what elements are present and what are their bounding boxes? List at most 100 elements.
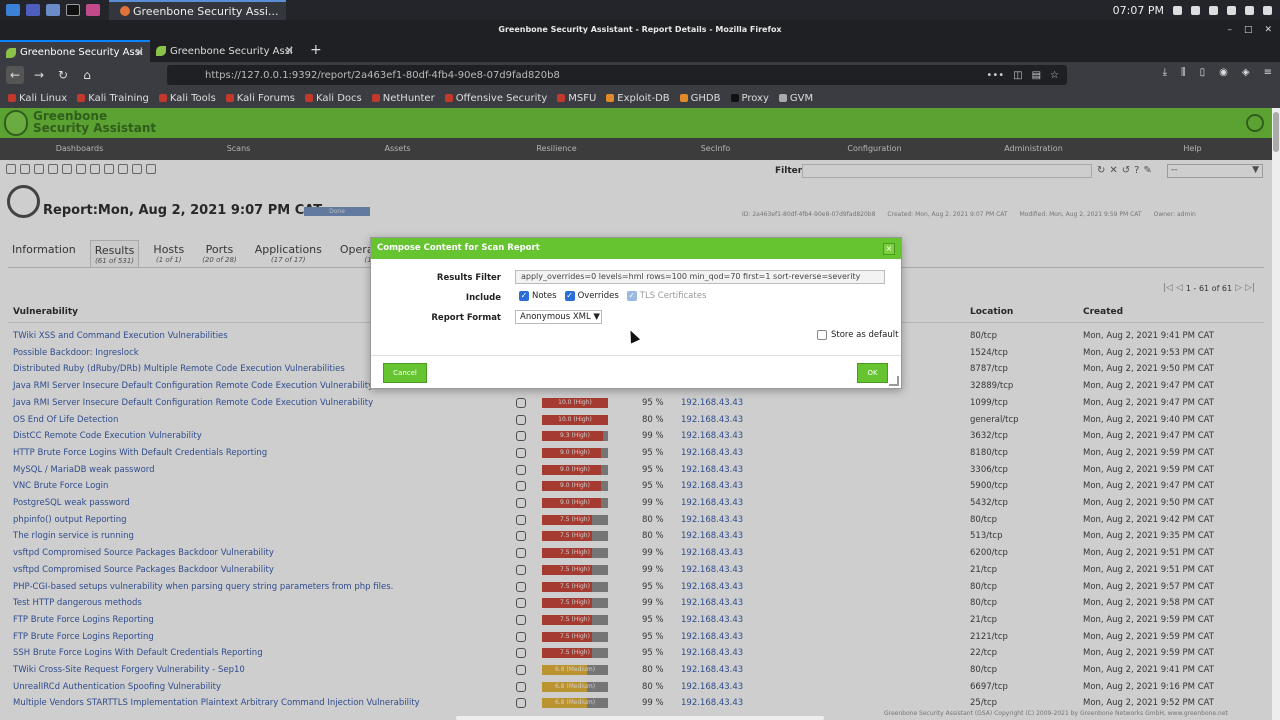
bookmark-icon [77, 94, 86, 102]
bookmark-item[interactable]: Exploit-DB [606, 93, 670, 104]
system-tray: 07:07 PM [1113, 4, 1280, 17]
maximize-icon[interactable]: □ [1244, 25, 1253, 35]
compose-content-dialog: Compose Content for Scan Report × Result… [370, 237, 902, 389]
report-format-value: Anonymous XML [520, 312, 591, 322]
volume-icon[interactable] [1191, 5, 1200, 15]
reader-icon[interactable]: ▤ [1032, 70, 1041, 81]
close-window-icon[interactable]: ✕ [1264, 25, 1272, 35]
results-filter-label: Results Filter [436, 273, 501, 283]
sidebar-icon[interactable]: ▯ [1200, 67, 1206, 78]
bookmark-item[interactable]: Offensive Security [444, 93, 547, 104]
bookmark-item[interactable]: Kali Forums [225, 93, 295, 104]
files-icon[interactable] [46, 4, 60, 16]
checkbox-unchecked-icon [817, 330, 827, 340]
terminal-icon[interactable] [66, 4, 80, 16]
bottom-scroll-indicator [456, 716, 824, 720]
taskbar-window-firefox[interactable]: Greenbone Security Assi... [109, 0, 287, 20]
ok-button[interactable]: OK [857, 363, 888, 383]
checkbox-label: TLS Certificates [639, 291, 707, 301]
bookmark-item[interactable]: Kali Tools [158, 93, 216, 104]
forward-button[interactable]: → [30, 66, 48, 84]
dialog-close-icon[interactable]: × [883, 243, 895, 255]
extension2-icon[interactable]: ◈ [1242, 67, 1250, 78]
download-icon[interactable]: ⤓ [1163, 67, 1167, 78]
resize-grip-icon[interactable] [889, 376, 899, 386]
browser-title-bar: Greenbone Security Assistant - Report De… [0, 20, 1280, 40]
toolbar-right: ⤓ ⫼ ▯ ◉ ◈ ≡ [1163, 67, 1272, 78]
bookmark-icon [444, 94, 453, 102]
greenbone-favicon-icon [156, 46, 166, 56]
cancel-button[interactable]: Cancel [383, 363, 427, 383]
extension-icon[interactable]: ◉ [1219, 67, 1228, 78]
back-button[interactable]: ← [6, 66, 24, 84]
os-taskbar: Greenbone Security Assi... 07:07 PM [0, 0, 1280, 20]
workspace-icon[interactable] [26, 4, 40, 16]
checkbox-label: Overrides [577, 291, 619, 301]
dialog-title[interactable]: Compose Content for Scan Report [371, 238, 901, 259]
tab-label: Greenbone Security Assi [170, 45, 293, 57]
power-icon[interactable] [1227, 5, 1236, 15]
pocket-icon[interactable]: ◫ [1013, 70, 1022, 81]
chevron-down-icon: ▼ [593, 312, 600, 322]
new-tab-button[interactable]: + [300, 40, 332, 62]
close-tab-icon[interactable]: ✕ [135, 46, 144, 59]
report-format-select[interactable]: Anonymous XML ▼ [515, 310, 602, 324]
url-actions: ••• ◫ ▤ ☆ [986, 70, 1067, 81]
kali-menu-icon[interactable] [6, 4, 20, 16]
clock[interactable]: 07:07 PM [1113, 4, 1164, 17]
bookmark-folder[interactable]: GVM [778, 93, 813, 104]
bookmark-icon [606, 94, 615, 102]
bookmark-icon [158, 94, 167, 102]
bookmark-icon [679, 94, 688, 102]
greenbone-favicon-icon [6, 48, 16, 58]
bookmark-item[interactable]: Kali Docs [304, 93, 362, 104]
browser-tab-bar: Greenbone Security Assi ✕ Greenbone Secu… [0, 40, 1280, 62]
include-label: Include [465, 293, 501, 303]
checkbox-checked-icon: ✓ [519, 291, 529, 301]
store-as-default-checkbox[interactable]: Store as default [817, 330, 898, 340]
window-controls: – □ ✕ [1227, 20, 1272, 40]
bookmarks-bar: Kali Linux Kali Training Kali Tools Kali… [0, 88, 1280, 108]
overrides-checkbox[interactable]: ✓ Overrides [564, 291, 619, 301]
home-button[interactable]: ⌂ [78, 66, 96, 84]
include-options: ✓ Notes ✓ Overrides ✓ TLS Certificates [519, 291, 706, 301]
dialog-divider [371, 355, 901, 356]
page-actions-icon[interactable]: ••• [986, 70, 1004, 81]
bookmark-item[interactable]: GHDB [679, 93, 721, 104]
folder-icon [778, 94, 787, 102]
bookmark-item[interactable]: Kali Training [77, 93, 149, 104]
url-bar[interactable]: https://127.0.0.1:9392/report/2a463ef1-8… [167, 65, 1067, 85]
firefox-launcher-icon[interactable] [86, 4, 100, 16]
close-tab-icon[interactable]: ✕ [285, 44, 294, 57]
checkbox-checked-icon: ✓ [626, 291, 637, 301]
reload-button[interactable]: ↻ [54, 66, 72, 84]
minimize-icon[interactable]: – [1227, 25, 1232, 35]
tab-label: Greenbone Security Assi [20, 46, 143, 58]
taskbar-window-title: Greenbone Security Assi... [133, 4, 279, 18]
report-format-label: Report Format [431, 313, 501, 323]
notes-checkbox[interactable]: ✓ Notes [519, 291, 557, 301]
bookmark-icon [730, 94, 739, 102]
lock-icon[interactable] [1245, 5, 1254, 15]
bookmark-item[interactable]: Kali Linux [8, 93, 67, 104]
scrollbar-thumb[interactable] [1273, 112, 1279, 152]
results-filter-input[interactable]: apply_overrides=0 levels=hml rows=100 mi… [515, 270, 885, 284]
logout-icon[interactable] [1263, 5, 1272, 15]
notification-icon[interactable] [1209, 5, 1218, 15]
display-icon[interactable] [1173, 5, 1182, 15]
bookmark-item[interactable]: NetHunter [371, 93, 435, 104]
bookmark-item[interactable]: MSFU [557, 93, 596, 104]
browser-tab-2[interactable]: Greenbone Security Assi ✕ [150, 40, 300, 62]
checkbox-checked-icon: ✓ [564, 291, 575, 301]
modal-overlay [0, 108, 1272, 720]
bookmark-star-icon[interactable]: ☆ [1050, 70, 1059, 81]
page-scrollbar[interactable] [1272, 108, 1280, 720]
bookmark-item[interactable]: Proxy [730, 93, 769, 104]
checkbox-label: Notes [532, 291, 557, 301]
bookmark-icon [304, 94, 313, 102]
hamburger-menu-icon[interactable]: ≡ [1264, 67, 1272, 78]
browser-tab-1[interactable]: Greenbone Security Assi ✕ [0, 40, 150, 62]
url-text: https://127.0.0.1:9392/report/2a463ef1-8… [205, 69, 560, 81]
library-icon[interactable]: ⫼ [1181, 67, 1186, 78]
bookmark-icon [225, 94, 234, 102]
